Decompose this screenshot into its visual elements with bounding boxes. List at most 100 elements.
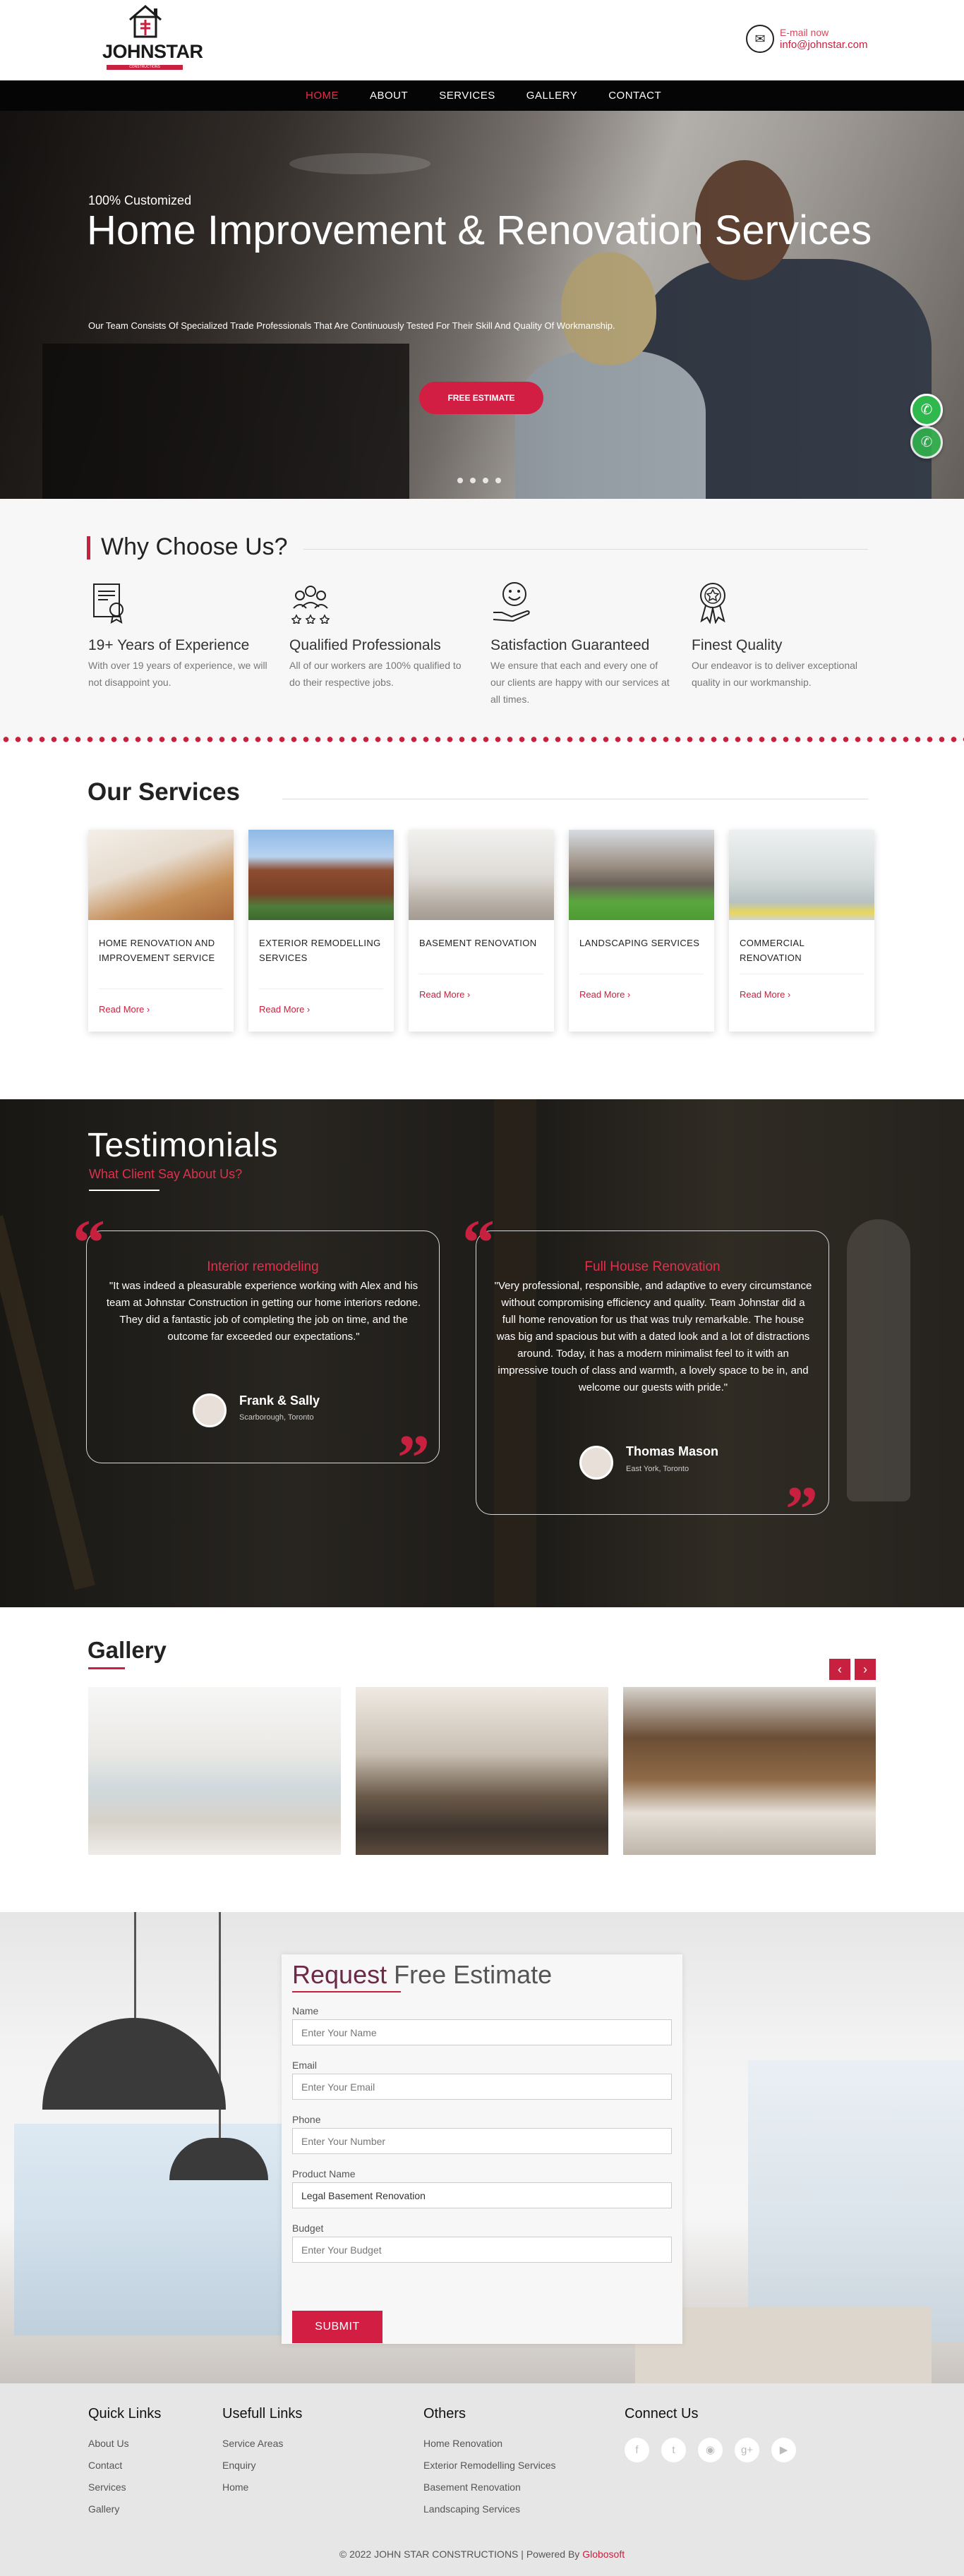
- service-card[interactable]: COMMERCIAL RENOVATION Read More ›: [729, 830, 874, 1032]
- gallery-image[interactable]: [88, 1687, 341, 1855]
- service-title: BASEMENT RENOVATION: [419, 938, 537, 948]
- google-plus-icon[interactable]: g+: [735, 2438, 759, 2462]
- product-label: Product Name: [292, 2168, 356, 2179]
- free-estimate-button[interactable]: FREE ESTIMATE: [419, 382, 543, 414]
- budget-field[interactable]: [292, 2237, 672, 2263]
- gallery-image[interactable]: [623, 1687, 876, 1855]
- read-more-link[interactable]: Read More ›: [579, 989, 630, 1000]
- nav-gallery[interactable]: GALLERY: [526, 80, 577, 111]
- service-card[interactable]: BASEMENT RENOVATION Read More ›: [409, 830, 554, 1032]
- client-location: East York, Toronto: [626, 1465, 689, 1473]
- whatsapp-icon[interactable]: ✆: [910, 394, 943, 426]
- feature-text: With over 19 years of experience, we wil…: [88, 660, 267, 688]
- nav-contact[interactable]: CONTACT: [608, 80, 661, 111]
- twitter-icon[interactable]: t: [661, 2438, 686, 2462]
- email-contact[interactable]: ✉ E-mail now info@johnstar.com: [746, 25, 929, 54]
- service-title: LANDSCAPING SERVICES: [579, 938, 700, 948]
- feature-satisfaction: Satisfaction Guaranteed We ensure that e…: [490, 580, 674, 708]
- slider-dot[interactable]: [483, 478, 488, 483]
- estimate-section: Request Free Estimate Name Email Phone P…: [0, 1912, 964, 2383]
- youtube-icon[interactable]: ▶: [771, 2438, 796, 2462]
- client-name: Frank & Sally: [239, 1393, 320, 1408]
- service-title: COMMERCIAL RENOVATION: [740, 938, 805, 963]
- main-nav: HOME ABOUT SERVICES GALLERY CONTACT: [0, 80, 964, 111]
- slider-dot[interactable]: [495, 478, 501, 483]
- footer-link[interactable]: Exterior Remodelling Services: [423, 2460, 556, 2471]
- footer-others: Others Home Renovation Exterior Remodell…: [423, 2406, 556, 2525]
- email-label: Email: [292, 2060, 318, 2071]
- pendant-lamp-image: [42, 2018, 226, 2110]
- footer-heading: Others: [423, 2406, 466, 2421]
- service-image: [248, 830, 394, 920]
- slider-dot[interactable]: [457, 478, 463, 483]
- phone-field[interactable]: [292, 2128, 672, 2154]
- gallery-title: Gallery: [88, 1637, 167, 1663]
- email-field[interactable]: [292, 2074, 672, 2100]
- gallery-prev-button[interactable]: ‹: [829, 1659, 850, 1680]
- envelope-icon: ✉: [746, 25, 774, 53]
- powered-by-link[interactable]: Globosoft: [582, 2548, 625, 2560]
- copyright: © 2022 JOHN STAR CONSTRUCTIONS | Powered…: [339, 2548, 625, 2560]
- avatar: [193, 1393, 227, 1427]
- footer-link[interactable]: Enquiry: [222, 2460, 302, 2471]
- whatsapp-icon[interactable]: ✆: [910, 426, 943, 459]
- email-label: E-mail now: [780, 27, 829, 38]
- gallery-next-button[interactable]: ›: [855, 1659, 876, 1680]
- read-more-link[interactable]: Read More ›: [259, 1004, 310, 1015]
- product-field[interactable]: [292, 2182, 672, 2208]
- page: JOHNSTAR CONSTRUCTIONS ✉ E-mail now info…: [0, 0, 964, 2576]
- hero-slider: 100% Customized Home Improvement & Renov…: [0, 111, 964, 499]
- logo[interactable]: JOHNSTAR CONSTRUCTIONS: [102, 4, 203, 75]
- hero-title: Home Improvement & Renovation Services: [87, 207, 872, 253]
- slider-dot[interactable]: [470, 478, 476, 483]
- gallery-image[interactable]: [356, 1687, 608, 1855]
- email-link[interactable]: info@johnstar.com: [780, 39, 867, 51]
- service-title: EXTERIOR REMODELLING SERVICES: [259, 938, 381, 963]
- testimonial-heading: Full House Renovation: [584, 1259, 721, 1274]
- hero-description: Our Team Consists Of Specialized Trade P…: [88, 320, 615, 331]
- feature-title: 19+ Years of Experience: [88, 637, 250, 653]
- testimonials-title: Testimonials: [88, 1127, 279, 1164]
- feature-experience: 19+ Years of Experience With over 19 yea…: [88, 580, 272, 691]
- gallery-section: Gallery ‹ ›: [0, 1607, 964, 1912]
- testimonial-card: “ Full House Renovation "Very profession…: [462, 1210, 829, 1542]
- rss-icon[interactable]: ◉: [698, 2438, 723, 2462]
- name-field[interactable]: [292, 2019, 672, 2045]
- footer-link[interactable]: Service Areas: [222, 2438, 302, 2449]
- facebook-icon[interactable]: f: [625, 2438, 649, 2462]
- service-card[interactable]: LANDSCAPING SERVICES Read More ›: [569, 830, 714, 1032]
- nav-home[interactable]: HOME: [306, 80, 339, 111]
- smiley-hand-icon: [493, 582, 530, 622]
- footer-useful-links: Usefull Links Service Areas Enquiry Home: [222, 2406, 302, 2503]
- nav-about[interactable]: ABOUT: [370, 80, 408, 111]
- read-more-link[interactable]: Read More ›: [99, 1004, 150, 1015]
- service-card[interactable]: HOME RENOVATION AND IMPROVEMENT SERVICE …: [88, 830, 234, 1032]
- avatar: [579, 1446, 613, 1480]
- footer-heading: Quick Links: [88, 2406, 162, 2421]
- feature-professionals: Qualified Professionals All of our worke…: [289, 580, 473, 691]
- team-stars-icon: [291, 586, 330, 625]
- footer-link[interactable]: Gallery: [88, 2503, 161, 2515]
- testimonial-heading: Interior remodeling: [207, 1259, 319, 1274]
- footer-link[interactable]: Home: [222, 2481, 302, 2493]
- name-label: Name: [292, 2005, 319, 2016]
- footer-heading: Usefull Links: [222, 2406, 303, 2421]
- footer-heading: Connect Us: [625, 2406, 699, 2421]
- footer-link[interactable]: Services: [88, 2481, 161, 2493]
- footer-link[interactable]: Landscaping Services: [423, 2503, 556, 2515]
- read-more-link[interactable]: Read More ›: [740, 989, 790, 1000]
- why-choose-us-section: Why Choose Us? 19+ Years of Experience W…: [0, 499, 964, 741]
- nav-services[interactable]: SERVICES: [439, 80, 495, 111]
- testimonials-subtitle: What Client Say About Us?: [89, 1167, 243, 1181]
- read-more-link[interactable]: Read More ›: [419, 989, 470, 1000]
- footer-connect: Connect Us f t ◉ g+ ▶: [625, 2406, 808, 2462]
- dotted-divider: [0, 736, 964, 743]
- service-card[interactable]: EXTERIOR REMODELLING SERVICES Read More …: [248, 830, 394, 1032]
- footer-link[interactable]: Basement Renovation: [423, 2481, 556, 2493]
- submit-button[interactable]: SUBMIT: [292, 2311, 382, 2343]
- service-image: [409, 830, 554, 920]
- footer-link[interactable]: About Us: [88, 2438, 161, 2449]
- footer-link[interactable]: Contact: [88, 2460, 161, 2471]
- footer-link[interactable]: Home Renovation: [423, 2438, 556, 2449]
- feature-quality: Finest Quality Our endeavor is to delive…: [692, 580, 875, 691]
